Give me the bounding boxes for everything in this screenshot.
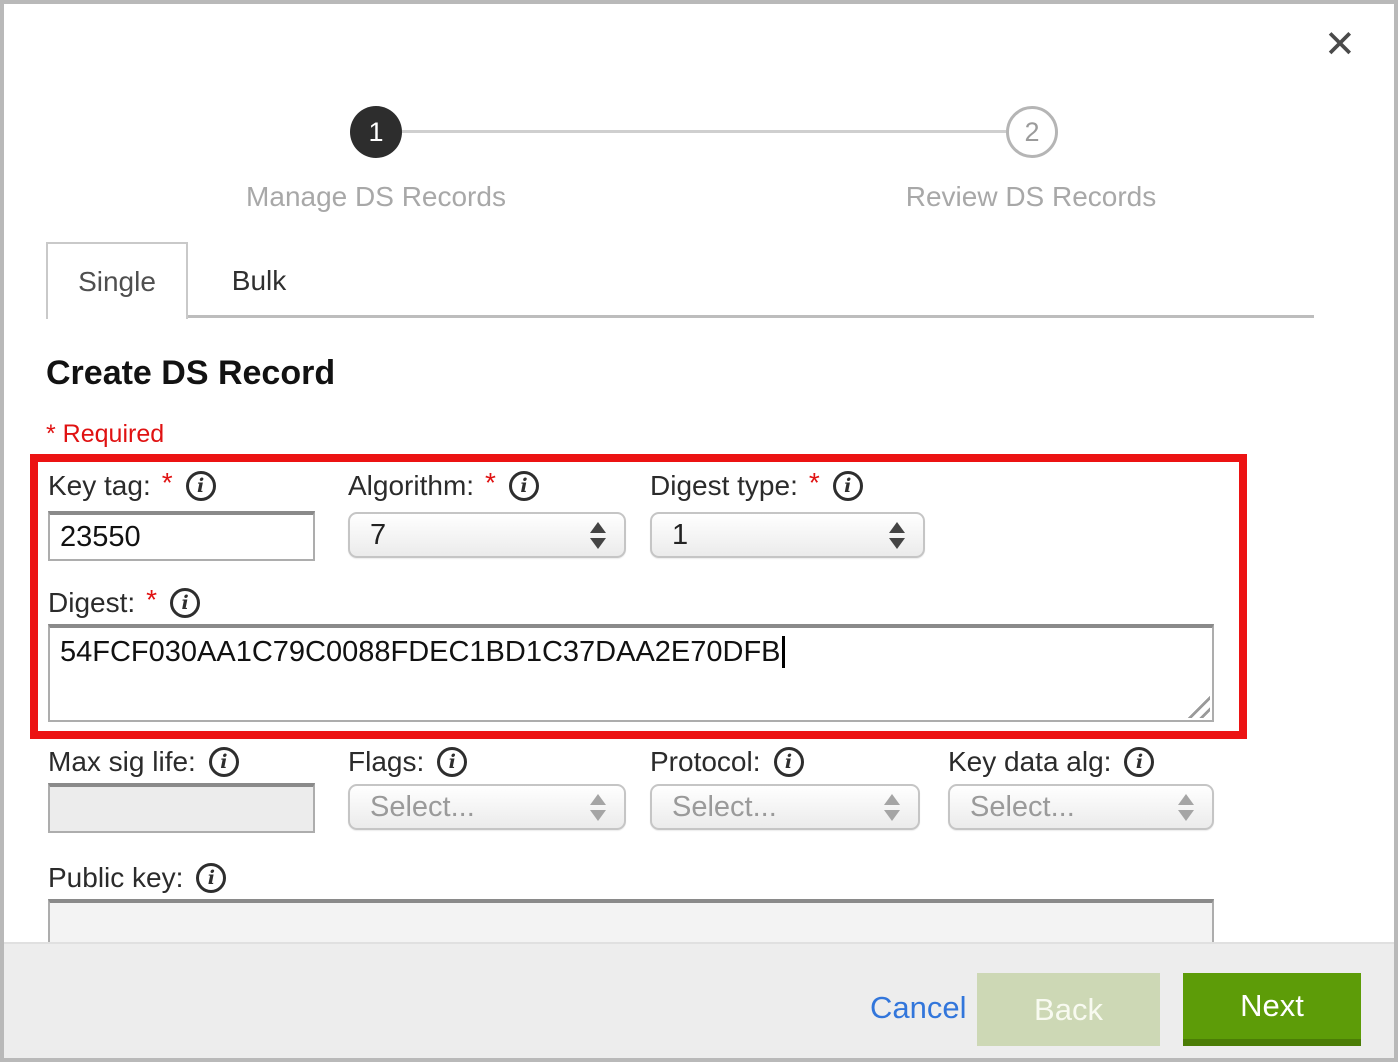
protocol-label: Protocol: i xyxy=(650,746,804,778)
max-sig-life-input[interactable] xyxy=(48,783,315,833)
info-icon[interactable]: i xyxy=(437,747,467,777)
info-icon[interactable]: i xyxy=(186,471,216,501)
algorithm-select-value: 7 xyxy=(370,519,590,552)
digest-textarea[interactable]: 54FCF030AA1C79C0088FDEC1BD1C37DAA2E70DFB xyxy=(48,624,1214,722)
next-button[interactable]: Next xyxy=(1183,973,1361,1046)
info-icon[interactable]: i xyxy=(196,863,226,893)
flags-label: Flags: i xyxy=(348,746,467,778)
tab-single[interactable]: Single xyxy=(46,242,188,319)
info-icon[interactable]: i xyxy=(833,471,863,501)
algorithm-select[interactable]: 7 xyxy=(348,512,626,558)
key-tag-label-text: Key tag: xyxy=(48,470,151,502)
info-icon[interactable]: i xyxy=(774,747,804,777)
key-tag-label: Key tag: * i xyxy=(48,470,216,502)
cancel-button[interactable]: Cancel xyxy=(870,990,967,1026)
select-arrows-icon xyxy=(590,794,606,821)
algorithm-label-text: Algorithm: xyxy=(348,470,474,502)
digest-type-select[interactable]: 1 xyxy=(650,512,925,558)
key-data-alg-label-text: Key data alg: xyxy=(948,746,1111,778)
protocol-select-value: Select... xyxy=(672,791,884,824)
max-sig-life-label-text: Max sig life: xyxy=(48,746,196,778)
flags-select-value: Select... xyxy=(370,791,590,824)
required-note: * Required xyxy=(46,420,164,449)
stepper-step-1-label: Manage DS Records xyxy=(216,181,536,213)
select-arrows-icon xyxy=(1178,794,1194,821)
tab-bulk[interactable]: Bulk xyxy=(188,242,330,319)
close-icon[interactable]: ✕ xyxy=(1324,26,1356,64)
key-data-alg-select[interactable]: Select... xyxy=(948,784,1214,830)
back-button[interactable]: Back xyxy=(977,973,1160,1046)
digest-label: Digest: * i xyxy=(48,587,200,619)
info-icon[interactable]: i xyxy=(1124,747,1154,777)
create-ds-record-dialog: ✕ 1 2 Manage DS Records Review DS Record… xyxy=(0,0,1398,1062)
required-asterisk: * xyxy=(485,467,496,499)
protocol-select[interactable]: Select... xyxy=(650,784,920,830)
algorithm-label: Algorithm: * i xyxy=(348,470,539,502)
key-data-alg-label: Key data alg: i xyxy=(948,746,1154,778)
stepper-step-2-label: Review DS Records xyxy=(871,181,1191,213)
select-arrows-icon xyxy=(889,522,905,549)
protocol-label-text: Protocol: xyxy=(650,746,761,778)
required-asterisk: * xyxy=(809,467,820,499)
resize-handle[interactable] xyxy=(1184,692,1210,718)
digest-type-label-text: Digest type: xyxy=(650,470,798,502)
text-cursor xyxy=(782,636,785,668)
digest-label-text: Digest: xyxy=(48,587,135,619)
flags-select[interactable]: Select... xyxy=(348,784,626,830)
flags-label-text: Flags: xyxy=(348,746,424,778)
digest-type-label: Digest type: * i xyxy=(650,470,863,502)
key-data-alg-select-value: Select... xyxy=(970,791,1178,824)
stepper-step-2: 2 xyxy=(1006,106,1058,158)
info-icon[interactable]: i xyxy=(509,471,539,501)
required-asterisk: * xyxy=(162,467,173,499)
select-arrows-icon xyxy=(590,522,606,549)
page-title: Create DS Record xyxy=(46,354,335,393)
key-tag-input[interactable] xyxy=(48,511,315,561)
stepper-connector xyxy=(402,130,1006,133)
public-key-label-text: Public key: xyxy=(48,862,183,894)
digest-type-select-value: 1 xyxy=(672,519,889,552)
digest-value: 54FCF030AA1C79C0088FDEC1BD1C37DAA2E70DFB xyxy=(60,636,781,668)
public-key-label: Public key: i xyxy=(48,862,226,894)
info-icon[interactable]: i xyxy=(170,588,200,618)
select-arrows-icon xyxy=(884,794,900,821)
max-sig-life-label: Max sig life: i xyxy=(48,746,239,778)
info-icon[interactable]: i xyxy=(209,747,239,777)
stepper-step-1: 1 xyxy=(350,106,402,158)
required-asterisk: * xyxy=(146,584,157,616)
